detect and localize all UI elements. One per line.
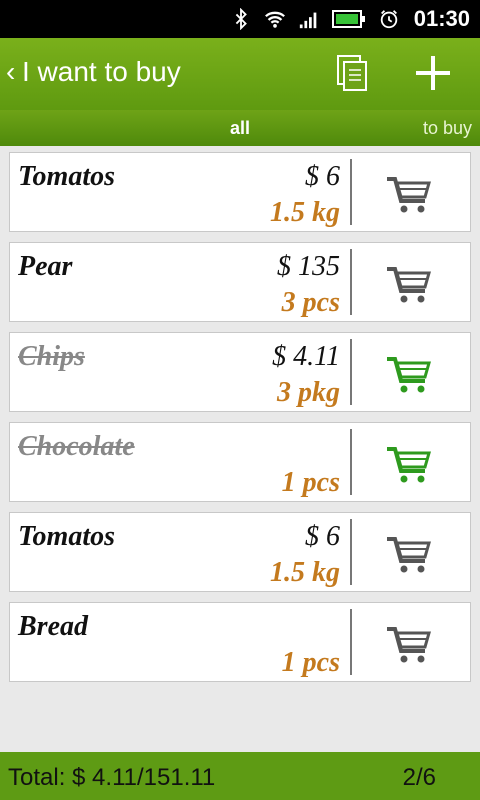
divider	[350, 159, 352, 225]
item-quantity: 1.5 kg	[270, 197, 340, 228]
list-item[interactable]: Pear $ 135 3 pcs	[9, 242, 471, 322]
item-quantity: 1 pcs	[281, 467, 340, 498]
tab-bar: all to buy	[0, 110, 480, 146]
item-quantity: 3 pkg	[277, 377, 340, 408]
divider	[350, 429, 352, 495]
item-name: Tomatos	[18, 521, 115, 552]
cart-icon[interactable]	[385, 265, 433, 305]
list-item[interactable]: Chocolate 1 pcs	[9, 422, 471, 502]
page-indicator: 2/6	[402, 764, 436, 791]
item-quantity: 1.5 kg	[270, 557, 340, 588]
divider	[350, 519, 352, 585]
cart-icon[interactable]	[385, 535, 433, 575]
tab-all[interactable]: all	[210, 118, 270, 139]
cart-icon[interactable]	[385, 625, 433, 665]
cart-icon[interactable]	[385, 175, 433, 215]
divider	[350, 339, 352, 405]
item-price: $ 4.11	[272, 341, 340, 372]
clock-time: 01:30	[413, 6, 470, 31]
battery-icon	[331, 10, 365, 28]
list-item[interactable]: Tomatos $ 6 1.5 kg	[9, 152, 471, 232]
copy-icon[interactable]	[330, 50, 376, 96]
alarm-icon	[380, 10, 397, 29]
item-quantity: 3 pcs	[281, 287, 340, 318]
cart-icon[interactable]	[385, 355, 433, 395]
footer-bar: Total: $ 4.11/151.11 2/6	[0, 752, 480, 800]
item-name: Bread	[18, 611, 88, 642]
item-quantity: 1 pcs	[281, 647, 340, 678]
total-amount: Total: $ 4.11/151.11	[8, 764, 216, 791]
item-name: Chocolate	[18, 431, 135, 462]
item-price: $ 6	[305, 161, 340, 192]
page-title[interactable]: I want to buy	[22, 56, 181, 88]
list-item[interactable]: Tomatos $ 6 1.5 kg	[9, 512, 471, 592]
item-name: Chips	[18, 341, 85, 372]
app-bar: ‹ I want to buy	[0, 38, 480, 110]
list-item[interactable]: Bread 1 pcs	[9, 602, 471, 682]
bluetooth-icon	[235, 8, 247, 30]
divider	[350, 609, 352, 675]
status-bar: 01:30	[0, 0, 480, 38]
wifi-icon	[264, 11, 285, 28]
back-icon[interactable]: ‹	[6, 56, 15, 88]
list-item[interactable]: Chips $ 4.11 3 pkg	[9, 332, 471, 412]
item-name: Tomatos	[18, 161, 115, 192]
tab-to-buy[interactable]: to buy	[423, 118, 472, 139]
item-name: Pear	[18, 251, 73, 282]
cart-icon[interactable]	[385, 445, 433, 485]
signal-icon	[299, 12, 317, 29]
item-price: $ 135	[277, 251, 340, 282]
item-price: $ 6	[305, 521, 340, 552]
divider	[350, 249, 352, 315]
plus-icon[interactable]	[410, 50, 456, 96]
shopping-list: Tomatos $ 6 1.5 kg Pear $ 135 3 pcs Chips $ 4.1…	[9, 152, 471, 692]
